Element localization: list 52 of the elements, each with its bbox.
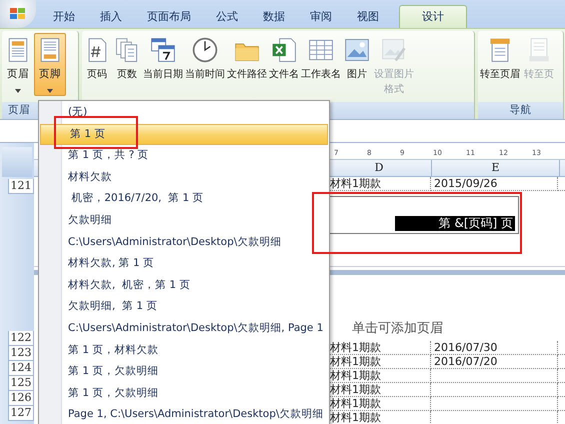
ribbon-button[interactable]: 转至页眉 — [478, 33, 522, 85]
menu-item[interactable]: Page 1, C:\Users\Administrator\Desktop\欠款明细 — [39, 404, 329, 424]
row-number[interactable]: 124 — [8, 361, 34, 376]
menu-item[interactable]: C:\Users\Administrator\Desktop\欠款明细 — [39, 232, 329, 254]
ribbon-tab[interactable]: 公式 — [205, 6, 249, 28]
menu-item[interactable]: 第 1 页 — [40, 124, 328, 146]
row-number[interactable]: 122 — [8, 331, 34, 346]
ribbon-tab[interactable]: 开始 — [42, 6, 86, 28]
menu-item[interactable]: 材料欠款 — [39, 166, 329, 188]
ribbon-tab[interactable]: 数据 — [252, 6, 296, 28]
app-logo-icon — [9, 7, 27, 21]
group-label: 导航 — [478, 102, 563, 119]
menu-item[interactable]: C:\Users\Administrator\Desktop\欠款明细, Page 1 — [39, 318, 329, 340]
ribbon-button[interactable]: 页码 — [82, 33, 112, 85]
ribbon-button[interactable]: 文件名 — [268, 33, 300, 85]
column-header[interactable]: E — [432, 160, 560, 176]
spreadsheet-file-icon — [270, 36, 298, 64]
office-button[interactable] — [0, 0, 36, 28]
table-cell: 2016/07/20 — [431, 355, 558, 369]
ribbon-button[interactable]: 当前日期 — [142, 33, 184, 85]
ribbon-button[interactable]: 工作表名 — [300, 33, 342, 85]
table-cell: 2016/07/30 — [431, 341, 558, 355]
row-number[interactable]: 126 — [8, 391, 34, 406]
menu-item[interactable]: 第 1 页，共 ? 页 — [39, 145, 329, 167]
row-number[interactable]: 125 — [8, 376, 34, 391]
ribbon-tab[interactable]: 页面布局 — [136, 6, 202, 28]
ribbon-tab[interactable]: 审阅 — [299, 6, 343, 28]
menu-item[interactable]: 材料欠款, 第 1 页 — [39, 253, 329, 275]
menu-item[interactable]: 第 1 页，欠款明细 — [39, 361, 329, 383]
ribbon-tab[interactable]: 设计 — [399, 5, 467, 28]
ribbon-tab[interactable]: 视图 — [346, 6, 390, 28]
calendar-icon — [149, 36, 177, 64]
menu-item[interactable]: 欠款明细, 第 1 页 — [39, 296, 329, 318]
ribbon-button[interactable]: 页脚 — [34, 33, 66, 96]
ribbon-button[interactable]: 文件路径 — [226, 33, 268, 85]
menu-item[interactable]: 第 1 页，欠款明细 — [39, 382, 329, 404]
header-placeholder[interactable]: 单击可添加页眉 — [352, 319, 443, 337]
selected-footer-text: 第 &[页码] 页 — [394, 216, 515, 231]
ribbon-tab[interactable]: 插入 — [89, 6, 133, 28]
menu-item[interactable]: 材料欠款, 机密，第 1 页 — [39, 274, 329, 296]
table-cell: 2015/09/26 — [431, 177, 558, 191]
clock-icon — [191, 36, 219, 64]
ribbon-button[interactable]: 当前时间 — [184, 33, 226, 85]
picture-format-icon — [380, 36, 408, 64]
ribbon-button[interactable]: 页数 — [112, 33, 142, 85]
picture-icon — [343, 36, 371, 64]
menu-item[interactable]: 第 1 页，材料欠款 — [39, 340, 329, 362]
ribbon-button[interactable]: 图片 — [342, 33, 372, 85]
row-number[interactable]: 121 — [8, 179, 34, 194]
row-number[interactable]: 123 — [8, 346, 34, 361]
row-number[interactable]: 127 — [8, 406, 34, 421]
ribbon-button[interactable]: 页眉 — [2, 33, 34, 96]
